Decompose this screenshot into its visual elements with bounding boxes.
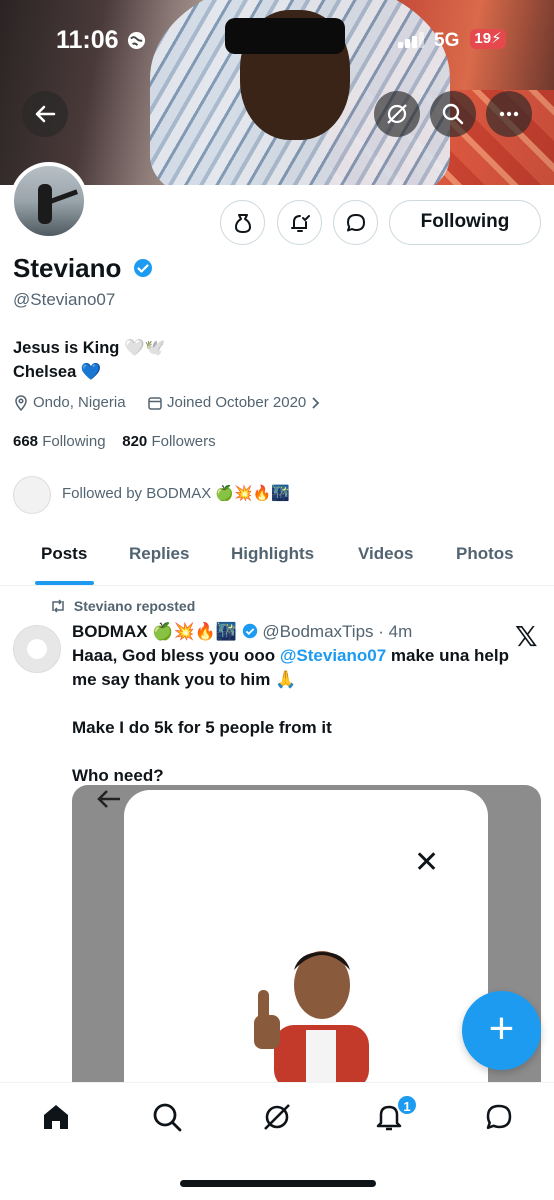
tab-photos[interactable]: Photos [456, 544, 514, 564]
repost-label: Steviano reposted [50, 598, 195, 614]
globe-icon [127, 31, 146, 50]
location-icon [15, 394, 27, 411]
following-count: 668 [13, 433, 39, 450]
following-label: Following [42, 433, 106, 450]
signal-icon [398, 32, 424, 48]
status-time: 11:06 [56, 26, 119, 54]
more-icon [499, 111, 519, 117]
tweet-time: · 4m [378, 622, 413, 641]
bio-line-1: Jesus is King 🤍🕊️ [13, 339, 166, 357]
grok-button[interactable] [374, 91, 420, 137]
tweet-author-avatar[interactable] [13, 625, 61, 673]
media-modal: ✕ [124, 790, 488, 1085]
repost-text: Steviano reposted [73, 598, 196, 614]
tweet-line-1: Haaa, God bless you ooo @Steviano07 make… [72, 644, 532, 692]
notify-icon [290, 214, 310, 232]
profile-location: Ondo, Nigeria [13, 394, 126, 411]
profile-name: Steviano [13, 253, 122, 283]
tweet-mention[interactable]: @Steviano07 [280, 646, 386, 665]
message-button[interactable] [333, 200, 378, 245]
joined-text: Joined October 2020 [167, 394, 307, 411]
follow-counts: 668 Following 820 Followers [13, 433, 216, 450]
tweet-header: BODMAX 🍏💥🔥🌃 @BodmaxTips · 4m [72, 622, 412, 642]
tweet-text-part1: Haaa, God bless you ooo [72, 646, 280, 665]
active-tab-indicator [35, 581, 94, 585]
search-button[interactable] [430, 91, 476, 137]
compose-button[interactable]: + [462, 991, 541, 1070]
following-button[interactable]: Following [389, 200, 541, 245]
profile-bio: Jesus is King 🤍🕊️ Chelsea 💙 [13, 336, 165, 384]
repost-icon [52, 599, 64, 613]
grok-icon [387, 104, 407, 124]
avatar-figure-arm [49, 189, 79, 204]
grok-nav-icon[interactable] [261, 1101, 293, 1133]
avatar-figure [38, 184, 52, 224]
followed-by-avatar[interactable] [13, 476, 51, 514]
tweet-author-handle[interactable]: @BodmaxTips [262, 622, 373, 641]
followers-label: Followers [151, 433, 216, 450]
verified-icon [242, 623, 257, 639]
more-button[interactable] [486, 91, 532, 137]
tweet-author-name[interactable]: BODMAX 🍏💥🔥🌃 [72, 622, 237, 641]
back-button[interactable] [22, 91, 68, 137]
battery-level: 19 [474, 30, 492, 47]
home-indicator [180, 1180, 376, 1187]
status-bar: 11:06 5G 19⚡ [0, 26, 554, 56]
subscribe-button[interactable] [220, 200, 265, 245]
close-icon: ✕ [414, 846, 440, 879]
tweet-line-2: Make I do 5k for 5 people from it [72, 718, 332, 737]
verified-icon [134, 259, 152, 277]
bio-line-2: Chelsea 💙 [13, 363, 102, 381]
subscribe-icon [234, 213, 251, 233]
tab-videos[interactable]: Videos [358, 544, 413, 564]
chevron-right-icon [312, 396, 320, 409]
followed-by-text[interactable]: Followed by BODMAX 🍏💥🔥🌃 [62, 484, 290, 502]
location-text: Ondo, Nigeria [33, 394, 126, 411]
profile-handle: @Steviano07 [13, 290, 116, 309]
profile-joined[interactable]: Joined October 2020 [147, 394, 322, 411]
tab-replies[interactable]: Replies [129, 544, 189, 564]
back-icon [35, 105, 56, 123]
tab-posts[interactable]: Posts [41, 544, 87, 564]
messages-icon[interactable] [483, 1101, 515, 1133]
profile-tabs: Posts Replies Highlights Videos Photos [0, 532, 554, 586]
profile-avatar[interactable] [10, 162, 88, 240]
media-back-icon [97, 790, 120, 808]
search-nav-icon[interactable] [151, 1101, 183, 1133]
followers-count-link[interactable]: 820 Followers [122, 433, 215, 450]
network-type: 5G [434, 30, 460, 51]
tweet-text[interactable]: Haaa, God bless you ooo @Steviano07 make… [72, 644, 532, 788]
tab-highlights[interactable]: Highlights [231, 544, 314, 564]
calendar-icon [148, 396, 162, 410]
notify-button[interactable] [277, 200, 322, 245]
following-count-link[interactable]: 668 Following [13, 433, 106, 450]
followers-count: 820 [122, 433, 148, 450]
message-icon [346, 213, 365, 231]
notifications-badge: 1 [396, 1094, 418, 1116]
search-icon [442, 103, 464, 125]
thumbs-up-character [254, 951, 369, 1085]
battery-indicator: 19⚡ [470, 29, 506, 49]
home-icon[interactable] [40, 1101, 72, 1133]
